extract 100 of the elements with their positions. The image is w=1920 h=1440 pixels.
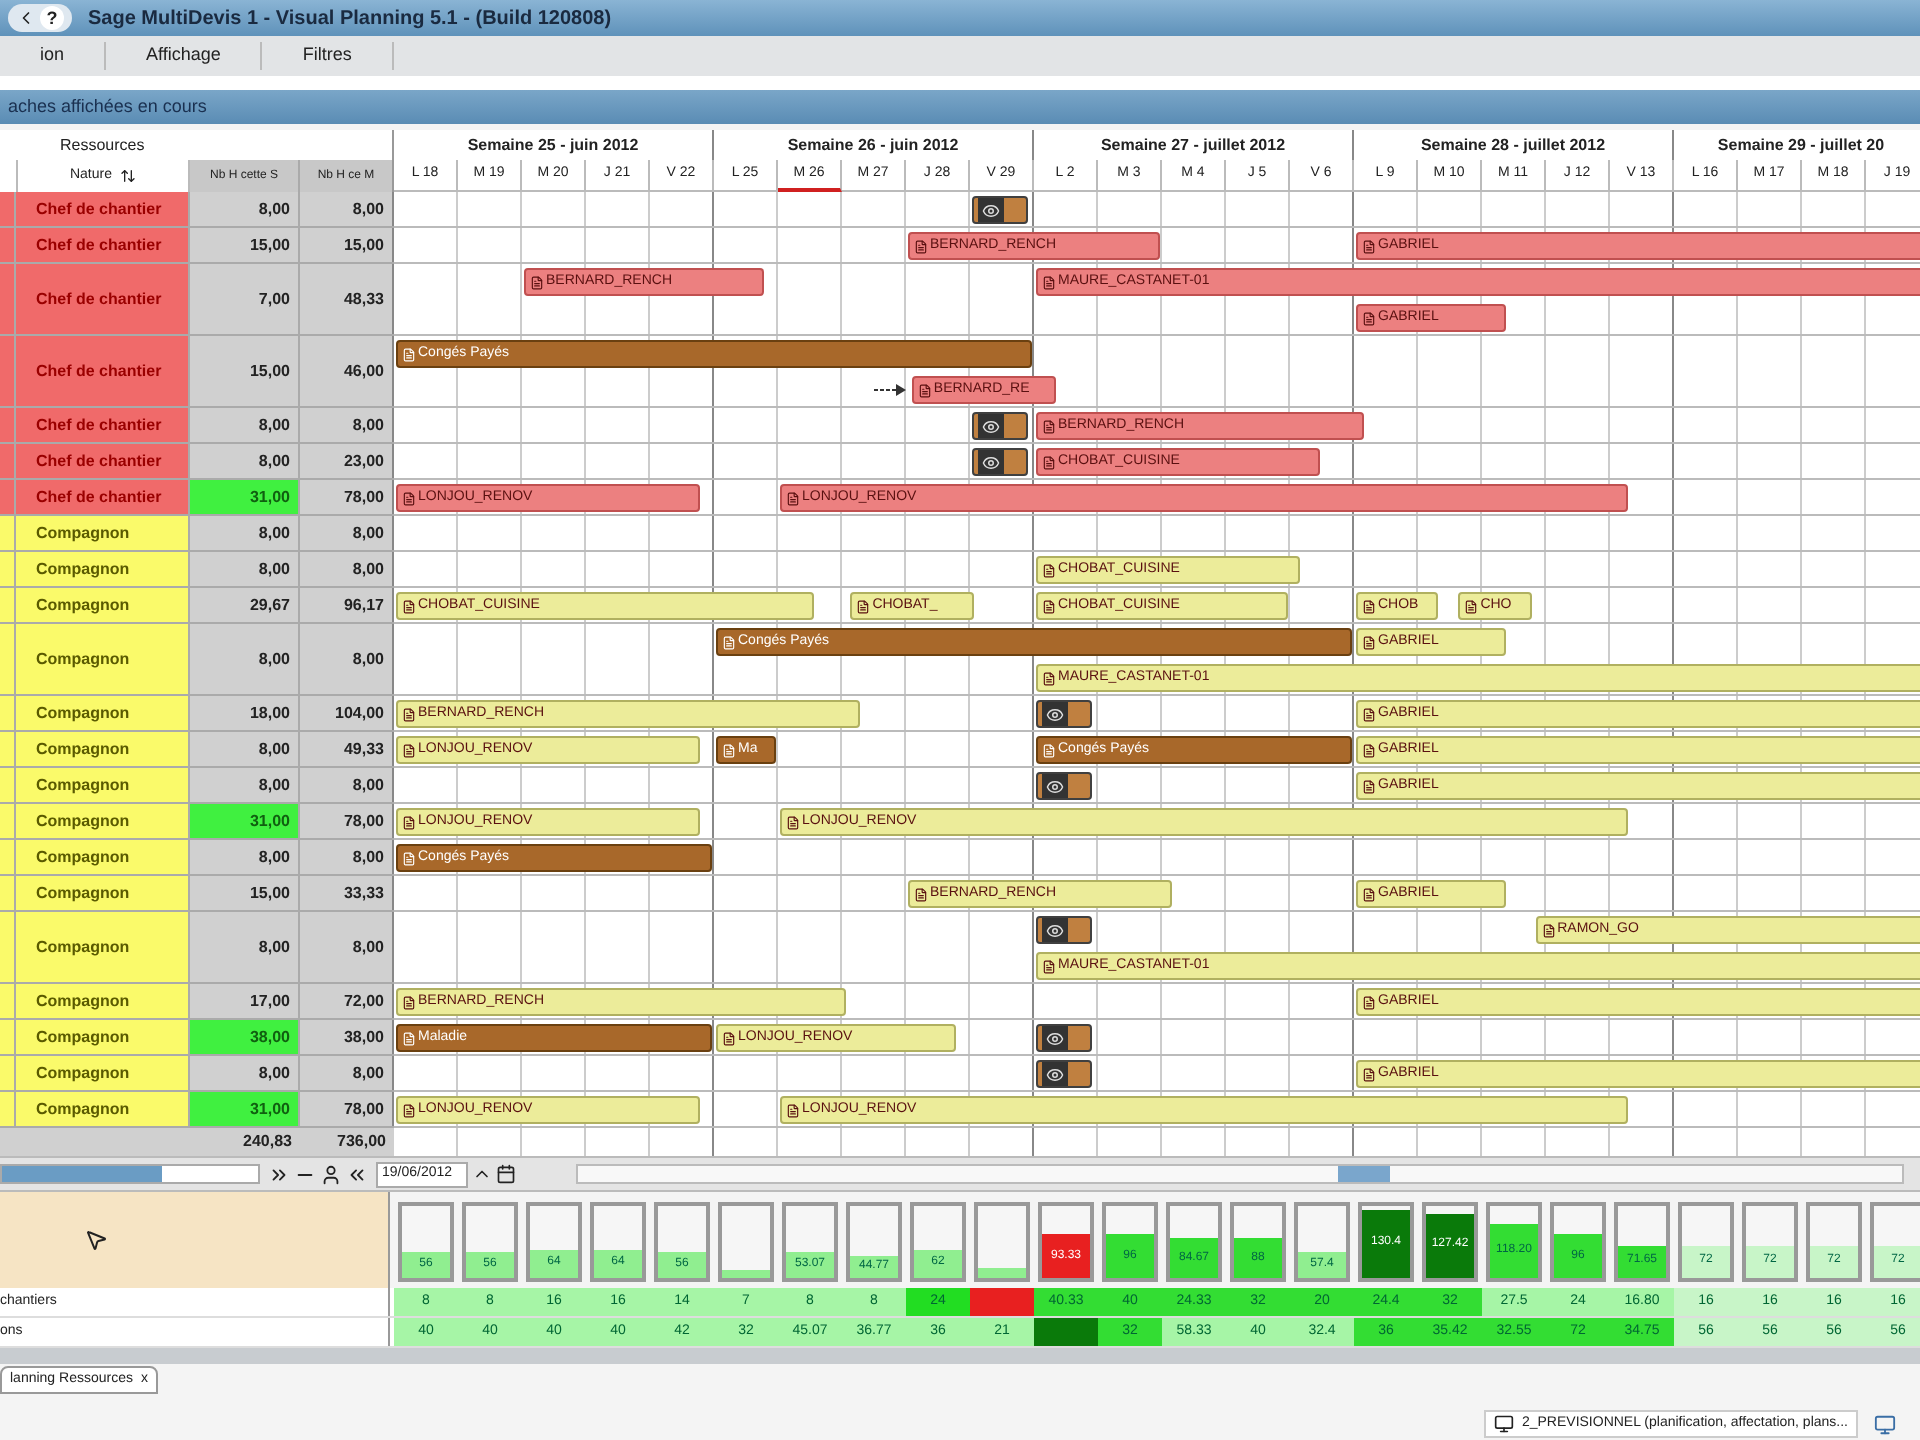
- document-icon: [786, 815, 800, 829]
- document-icon: [1362, 311, 1376, 325]
- nature-cell: Chef de chantier: [16, 264, 190, 334]
- collapse-icon[interactable]: [346, 1163, 368, 1185]
- document-icon: [914, 887, 928, 901]
- document-icon: [1541, 923, 1556, 937]
- hours-cell: 8,00: [300, 840, 394, 874]
- hours-cell: 8,00: [190, 444, 300, 478]
- week-header: Semaine 27 - juillet 2012: [1034, 130, 1354, 160]
- document-icon: [530, 275, 544, 289]
- absence-marker[interactable]: [1036, 916, 1092, 944]
- absence-marker[interactable]: [1036, 1060, 1092, 1088]
- nature-cell: Compagnon: [16, 552, 190, 586]
- nature-cell: Compagnon: [16, 1020, 190, 1054]
- document-icon: [402, 491, 416, 505]
- hours-cell: 15,00: [190, 336, 300, 406]
- document-icon: [1042, 959, 1056, 973]
- hours-cell: 48,33: [300, 264, 394, 334]
- timeline-scrollbar[interactable]: [576, 1164, 1904, 1184]
- hours-cell: 8,00: [190, 192, 300, 226]
- document-icon: [722, 1031, 736, 1045]
- monitor-icon[interactable]: [1874, 1413, 1896, 1435]
- document-icon: [402, 815, 416, 829]
- nature-cell: Compagnon: [16, 840, 190, 874]
- hours-cell: 29,67: [190, 588, 300, 622]
- eye-icon: [982, 417, 1000, 435]
- absence-marker[interactable]: [972, 196, 1028, 224]
- hours-cell: 33,33: [300, 876, 394, 910]
- menu-item[interactable]: Filtres: [262, 42, 394, 70]
- document-icon: [402, 851, 416, 865]
- hours-cell: 18,00: [190, 696, 300, 730]
- panel-title: aches affichées en cours: [8, 93, 207, 120]
- document-icon: [856, 599, 871, 613]
- document-icon: [1362, 743, 1376, 757]
- nature-cell: Chef de chantier: [16, 336, 190, 406]
- eye-icon: [1046, 705, 1064, 723]
- hours-cell: 8,00: [190, 732, 300, 766]
- hours-cell: 72,00: [300, 984, 394, 1018]
- document-icon: [1362, 635, 1376, 649]
- document-icon: [722, 635, 736, 649]
- hours-cell: 8,00: [190, 912, 300, 982]
- document-icon: [402, 1103, 416, 1117]
- document-icon: [786, 1103, 800, 1117]
- hours-cell: 8,00: [300, 912, 394, 982]
- hours-cell: 7,00: [190, 264, 300, 334]
- document-icon: [402, 599, 416, 613]
- hours-cell: 15,00: [300, 228, 394, 262]
- document-icon: [1042, 563, 1056, 577]
- eye-icon: [1046, 1029, 1064, 1047]
- document-icon: [402, 707, 416, 721]
- hours-cell: 38,00: [190, 1020, 300, 1054]
- nature-cell: Compagnon: [16, 876, 190, 910]
- document-icon: [1362, 1067, 1376, 1081]
- nature-cell: Compagnon: [16, 1092, 190, 1126]
- absence-marker[interactable]: [1036, 1024, 1092, 1052]
- document-icon: [402, 995, 416, 1009]
- absence-marker[interactable]: [972, 412, 1028, 440]
- nature-cell: Compagnon: [16, 1056, 190, 1090]
- week-header: Semaine 26 - juin 2012: [714, 130, 1034, 160]
- total-cell-text: 240,83: [241, 1130, 294, 1154]
- document-icon: [1042, 455, 1056, 469]
- help-button[interactable]: ?: [40, 6, 64, 30]
- sort-icon[interactable]: [120, 168, 136, 184]
- hours-cell: 31,00: [190, 1092, 300, 1126]
- expand-icon[interactable]: [268, 1163, 290, 1185]
- horizontal-scrollbar[interactable]: [0, 1164, 260, 1184]
- hours-cell: 46,00: [300, 336, 394, 406]
- hours-cell: 78,00: [300, 1092, 394, 1126]
- document-icon: [1362, 239, 1376, 253]
- menu-item[interactable]: ion: [0, 42, 107, 70]
- eye-icon: [1046, 921, 1064, 939]
- person-icon[interactable]: [320, 1163, 342, 1185]
- nature-cell: Chef de chantier: [16, 480, 190, 514]
- nature-cell: Chef de chantier: [16, 192, 190, 226]
- total-cell-text: 736,00: [335, 1130, 388, 1154]
- hours-cell: 8,00: [300, 1056, 394, 1090]
- hours-cell: 8,00: [190, 552, 300, 586]
- absence-marker[interactable]: [1036, 772, 1092, 800]
- nature-cell: Chef de chantier: [16, 444, 190, 478]
- hours-cell: 38,00: [300, 1020, 394, 1054]
- eye-icon: [1046, 1065, 1064, 1083]
- nature-cell: Compagnon: [16, 624, 190, 694]
- document-icon: [1362, 779, 1376, 793]
- absence-marker[interactable]: [1036, 700, 1092, 728]
- hours-cell: 8,00: [190, 516, 300, 550]
- eye-icon: [1046, 777, 1064, 795]
- menu-item[interactable]: Affichage: [106, 42, 263, 70]
- document-icon: [402, 1031, 416, 1045]
- document-icon: [914, 239, 928, 253]
- document-icon: [1042, 743, 1056, 757]
- resources-heading: Ressources: [60, 133, 145, 157]
- hours-cell: 8,00: [190, 1056, 300, 1090]
- hours-cell: 15,00: [190, 876, 300, 910]
- calendar-icon[interactable]: [496, 1164, 516, 1184]
- hours-cell: 78,00: [300, 804, 394, 838]
- document-icon: [1042, 671, 1056, 685]
- nature-cell: Compagnon: [16, 696, 190, 730]
- document-icon: [1042, 419, 1056, 433]
- absence-marker[interactable]: [972, 448, 1028, 476]
- document-icon: [402, 347, 416, 361]
